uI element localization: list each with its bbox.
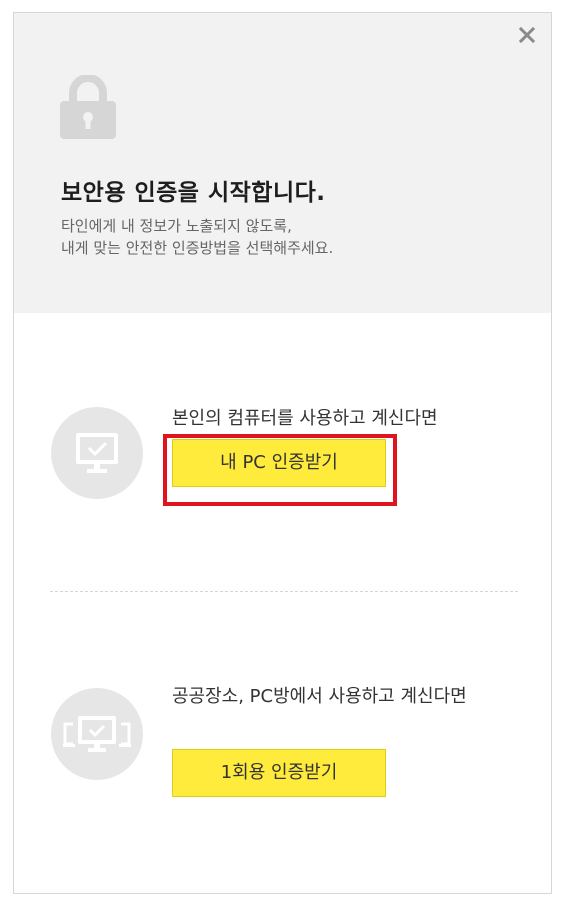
dialog-header: 보안용 인증을 시작합니다. 타인에게 내 정보가 노출되지 않도록, 내게 맞… [14, 13, 551, 313]
description-line-2: 내게 맞는 안전한 인증방법을 선택해주세요. [61, 239, 334, 257]
my-pc-auth-button[interactable]: 내 PC 인증받기 [172, 439, 386, 487]
monitor-check-icon [51, 407, 143, 499]
public-monitor-check-icon [51, 688, 143, 780]
divider [50, 591, 518, 592]
option-text: 공공장소, PC방에서 사용하고 계신다면 [172, 686, 467, 707]
description: 타인에게 내 정보가 노출되지 않도록, 내게 맞는 안전한 인증방법을 선택해… [61, 215, 333, 259]
page-title: 보안용 인증을 시작합니다. [61, 180, 326, 206]
option-text: 본인의 컴퓨터를 사용하고 계신다면 [172, 408, 438, 429]
description-line-1: 타인에게 내 정보가 노출되지 않도록, [61, 217, 292, 235]
lock-icon [60, 74, 116, 143]
close-icon[interactable] [517, 25, 537, 45]
one-time-auth-button[interactable]: 1회용 인증받기 [172, 749, 386, 797]
security-auth-dialog: 보안용 인증을 시작합니다. 타인에게 내 정보가 노출되지 않도록, 내게 맞… [13, 12, 552, 894]
